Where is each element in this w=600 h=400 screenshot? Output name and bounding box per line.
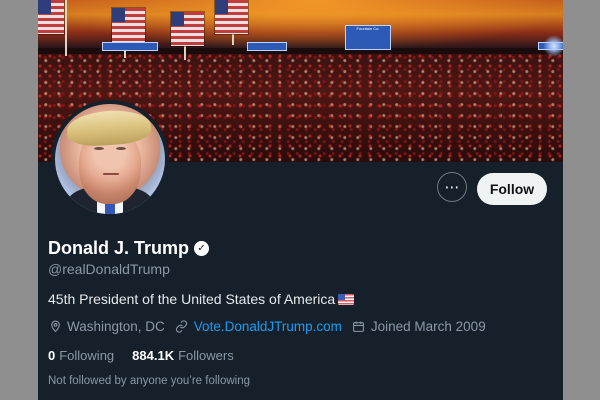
joined-item: Joined March 2009 (352, 319, 486, 334)
stage-sign-text: Fountain Co. (356, 26, 380, 31)
left-gray-margin (0, 0, 38, 400)
followers-stat[interactable]: 884.1K Followers (132, 348, 234, 363)
follow-stats: 0 Following 884.1K Followers (48, 348, 234, 363)
us-flag-icon (338, 293, 355, 305)
not-followed-notice: Not followed by anyone you’re following (48, 375, 251, 387)
following-label: Following (59, 348, 115, 363)
follow-button-label: Follow (489, 181, 535, 197)
flag-pole (65, 0, 67, 56)
banner-flag-1 (112, 8, 145, 42)
more-options-label: ⋯ (444, 178, 460, 196)
follow-button[interactable]: Follow (477, 173, 547, 205)
joined-text: Joined March 2009 (370, 319, 486, 334)
following-count: 0 (48, 348, 56, 363)
banner-side-sign (102, 42, 158, 51)
profile-bio-text: 45th President of the United States of A… (48, 291, 336, 307)
profile-avatar[interactable] (55, 104, 165, 214)
right-gray-margin (563, 0, 600, 400)
profile-metadata: Washington, DC Vote.DonaldJTrump.com Joi… (48, 319, 486, 334)
location-pin-icon (48, 320, 62, 334)
verified-icon: ✓ (194, 241, 210, 256)
more-options-button[interactable]: ⋯ (437, 172, 467, 202)
followers-count: 884.1K (132, 348, 175, 363)
followers-label: Followers (178, 348, 234, 363)
location-text: Washington, DC (67, 319, 165, 334)
following-stat[interactable]: 0 Following (48, 348, 114, 363)
profile-name: Donald J. Trump (48, 238, 190, 258)
website-link[interactable]: Vote.DonaldJTrump.com (194, 319, 342, 334)
twitter-profile-card: Fountain Co. ⋯ Follow Donald J. Trump ✓ … (38, 0, 563, 400)
avatar-hair (65, 108, 153, 148)
stage-sign: Fountain Co. (345, 25, 391, 50)
avatar-mouth (103, 173, 119, 175)
banner-flag-2 (171, 12, 204, 46)
stage-light (543, 35, 563, 57)
profile-bio: 45th President of the United States of A… (48, 291, 355, 307)
banner-flag-4 (38, 0, 64, 34)
link-icon (175, 320, 189, 334)
calendar-icon (352, 320, 366, 334)
banner-side-sign (247, 42, 287, 51)
profile-name-row: Donald J. Trump ✓ (48, 238, 210, 259)
banner-flag-3 (215, 0, 248, 34)
profile-handle: @realDonaldTrump (48, 261, 170, 277)
avatar-left-eye (94, 147, 104, 150)
location-item: Washington, DC (48, 319, 165, 334)
avatar-frame[interactable] (51, 100, 169, 218)
avatar-right-eye (116, 147, 126, 150)
website-item[interactable]: Vote.DonaldJTrump.com (175, 319, 342, 334)
